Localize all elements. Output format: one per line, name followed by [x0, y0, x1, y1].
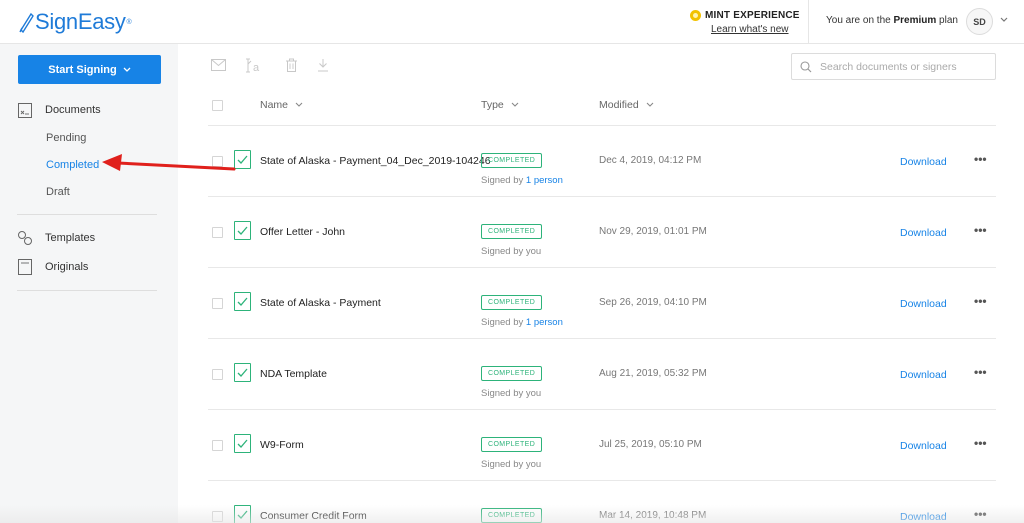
annotation-arrow-icon: [102, 154, 236, 171]
download-link[interactable]: Download: [900, 227, 947, 239]
document-check-icon: [234, 292, 251, 311]
more-icon[interactable]: •••: [974, 366, 987, 378]
modified-date: Jul 25, 2019, 05:10 PM: [599, 439, 702, 450]
more-icon[interactable]: •••: [974, 437, 987, 449]
document-check-icon: [234, 505, 251, 523]
svg-text:a: a: [253, 62, 260, 73]
status-badge: COMPLETED: [481, 508, 543, 523]
pen-nib-icon: [19, 12, 34, 33]
start-signing-button[interactable]: Start Signing: [18, 55, 161, 84]
chevron-down-icon: [646, 102, 654, 107]
modified-date: Sep 26, 2019, 04:10 PM: [599, 297, 707, 308]
download-link[interactable]: Download: [900, 298, 947, 310]
modified-date: Mar 14, 2019, 10:48 PM: [599, 510, 707, 521]
chevron-down-icon: [511, 102, 519, 107]
document-check-icon: [234, 221, 251, 240]
documents-icon: [17, 102, 33, 118]
plan-suffix: plan: [939, 15, 958, 26]
table-row[interactable]: Offer Letter - John COMPLETED Signed by …: [0, 197, 1024, 268]
download-link[interactable]: Download: [900, 511, 947, 523]
column-header-modified[interactable]: Modified: [599, 99, 654, 111]
signed-by-text: Signed by: [481, 317, 526, 328]
status-badge: COMPLETED: [481, 366, 543, 381]
modified-date: Aug 21, 2019, 05:32 PM: [599, 368, 707, 379]
signed-by-text: Signed by: [481, 175, 526, 186]
document-name[interactable]: NDA Template: [260, 368, 327, 380]
document-name[interactable]: State of Alaska - Payment_04_Dec_2019-10…: [260, 155, 491, 167]
signed-by-text: Signed by you: [481, 459, 542, 470]
row-checkbox[interactable]: [212, 227, 223, 238]
row-checkbox[interactable]: [212, 369, 223, 380]
signed-by-text: Signed by you: [481, 388, 542, 399]
more-icon[interactable]: •••: [974, 295, 987, 307]
row-checkbox[interactable]: [212, 440, 223, 451]
header-divider: [808, 0, 809, 44]
column-header-label: Type: [481, 99, 504, 111]
status-badge: COMPLETED: [481, 295, 543, 310]
sidebar-item-documents[interactable]: Documents: [17, 102, 101, 118]
row-checkbox[interactable]: [212, 511, 223, 522]
status-badge: COMPLETED: [481, 437, 543, 452]
learn-whats-new-link[interactable]: Learn what's new: [711, 23, 789, 36]
plan-name: Premium: [893, 15, 937, 26]
status-badge: COMPLETED: [481, 224, 543, 239]
signeasy-logo[interactable]: SignEasy ®: [18, 9, 132, 35]
table-row[interactable]: Consumer Credit Form COMPLETED Mar 14, 2…: [0, 481, 1024, 523]
modified-date: Nov 29, 2019, 01:01 PM: [599, 226, 707, 237]
chevron-down-icon[interactable]: [1000, 17, 1008, 23]
download-link[interactable]: Download: [900, 369, 947, 381]
download-link[interactable]: Download: [900, 440, 947, 452]
signed-by: Signed by you: [481, 388, 541, 399]
column-header-label: Modified: [599, 99, 639, 111]
document-name[interactable]: W9-Form: [260, 439, 304, 451]
search-input[interactable]: [820, 60, 980, 73]
document-check-icon: [234, 363, 251, 382]
top-bar: SignEasy ® MINT EXPERIENCE Learn what's n…: [0, 0, 1024, 44]
document-check-icon: [234, 434, 251, 453]
avatar[interactable]: SD: [966, 8, 993, 35]
rename-icon[interactable]: a: [246, 57, 264, 73]
download-link[interactable]: Download: [900, 156, 947, 168]
search-box[interactable]: [791, 53, 996, 80]
start-signing-label: Start Signing: [48, 63, 117, 76]
table-row[interactable]: NDA Template COMPLETED Signed by you Aug…: [0, 339, 1024, 410]
column-header-type[interactable]: Type: [481, 99, 519, 111]
mail-icon[interactable]: [210, 57, 226, 73]
status-badge: COMPLETED: [481, 153, 543, 168]
download-icon[interactable]: [315, 57, 331, 73]
signers-link[interactable]: 1 person: [526, 175, 563, 186]
signed-by: Signed by you: [481, 246, 541, 257]
document-name[interactable]: Consumer Credit Form: [260, 510, 367, 522]
plan-info: You are on the Premium plan: [826, 15, 958, 26]
plan-prefix: You are on the: [826, 15, 891, 26]
sidebar-item-label: Documents: [45, 104, 101, 116]
signed-by: Signed by you: [481, 459, 541, 470]
table-row[interactable]: State of Alaska - Payment COMPLETED Sign…: [0, 268, 1024, 339]
mint-title: MINT EXPERIENCE: [705, 10, 800, 21]
more-icon[interactable]: •••: [974, 153, 987, 165]
signed-by: Signed by 1 person: [481, 175, 563, 186]
chevron-down-icon: [295, 102, 303, 107]
more-icon[interactable]: •••: [974, 224, 987, 236]
mint-coin-icon: [690, 10, 701, 21]
select-all-checkbox[interactable]: [212, 100, 223, 111]
logo-trademark: ®: [126, 18, 132, 26]
more-icon[interactable]: •••: [974, 508, 987, 520]
signed-by-text: Signed by you: [481, 246, 542, 257]
chevron-down-icon: [123, 67, 131, 72]
row-checkbox[interactable]: [212, 298, 223, 309]
signed-by: Signed by 1 person: [481, 317, 563, 328]
signers-link[interactable]: 1 person: [526, 317, 563, 328]
modified-date: Dec 4, 2019, 04:12 PM: [599, 155, 702, 166]
column-header-name[interactable]: Name: [260, 99, 303, 111]
trash-icon[interactable]: [283, 57, 299, 73]
search-icon: [800, 60, 812, 72]
column-header-label: Name: [260, 99, 289, 111]
document-name[interactable]: Offer Letter - John: [260, 226, 345, 238]
logo-text: SignEasy: [35, 9, 126, 34]
table-row[interactable]: W9-Form COMPLETED Signed by you Jul 25, …: [0, 410, 1024, 481]
document-name[interactable]: State of Alaska - Payment: [260, 297, 381, 309]
